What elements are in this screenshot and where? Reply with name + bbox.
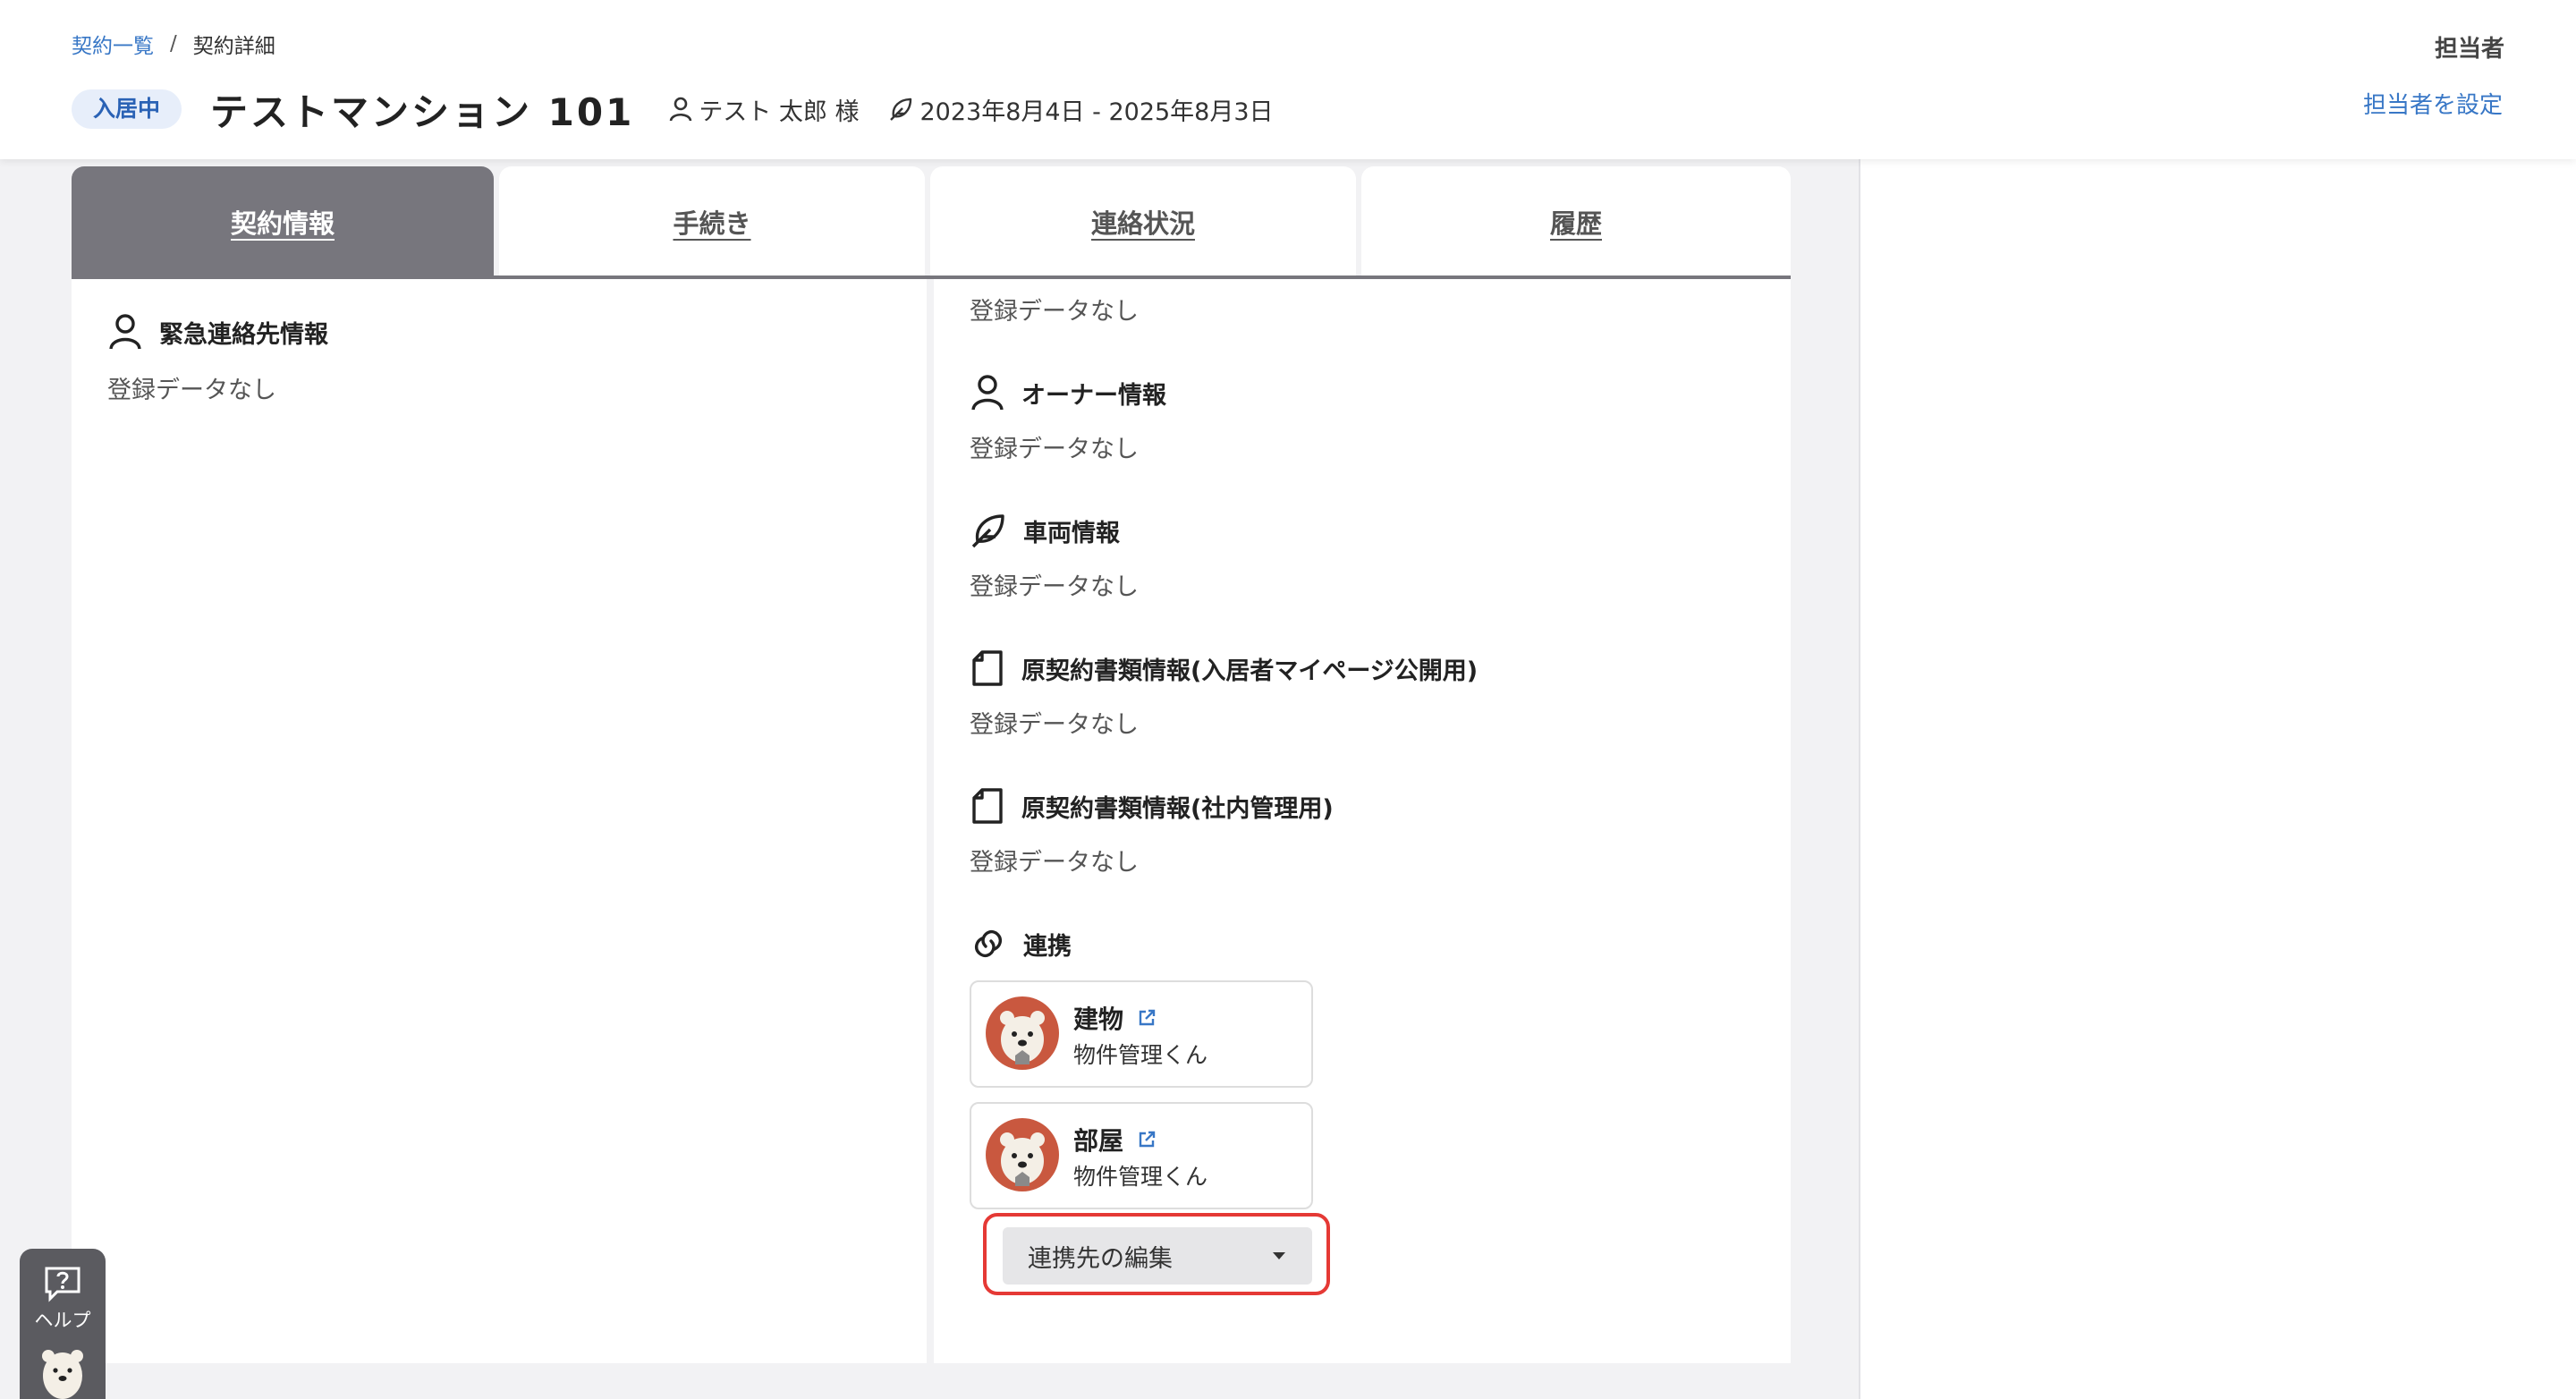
section-empty-text: 登録データなし — [970, 298, 1139, 326]
tab-contract-info[interactable]: 契約情報 — [72, 166, 494, 277]
emergency-contact-title: 緊急連絡先情報 — [107, 313, 328, 351]
integration-title: 連携 — [970, 925, 1072, 962]
tab-procedures[interactable]: 手続き — [499, 166, 925, 277]
integration-card-subtitle: 物件管理くん — [1073, 1042, 1208, 1068]
integration-card-title: 建物 — [1073, 1000, 1157, 1036]
right-column: 登録データなし オーナー情報 登録データなし 車両情報 登録データなし 原契約書… — [934, 279, 1791, 1363]
contract-period: 2023年8月4日 - 2025年8月3日 — [887, 92, 1274, 127]
owner-info-empty: 登録データなし — [970, 436, 1139, 463]
edit-integration-dropdown[interactable]: 連携先の編集 — [1003, 1227, 1312, 1285]
person-icon — [109, 314, 141, 350]
feather-icon — [890, 98, 912, 121]
page-header: 契約一覧 / 契約詳細 入居中 テストマンション 101 テスト 太郎 様 20… — [0, 0, 2576, 159]
contract-period-text: 2023年8月4日 - 2025年8月3日 — [919, 98, 1274, 126]
bear-mascot-avatar — [986, 1118, 1059, 1191]
vehicle-info-empty: 登録データなし — [970, 573, 1139, 601]
integration-card-building[interactable]: 建物 物件管理くん — [970, 980, 1313, 1088]
right-side-panel — [1859, 159, 2576, 1399]
help-label: ヘルプ — [34, 1310, 91, 1331]
tab-contact-status[interactable]: 連絡状況 — [930, 166, 1356, 277]
breadcrumb: 契約一覧 / 契約詳細 — [72, 29, 275, 59]
document-icon — [972, 788, 1003, 824]
bear-mascot-icon — [42, 1350, 83, 1399]
feather-icon — [971, 514, 1004, 548]
assignee-label: 担当者 — [2434, 36, 2504, 63]
external-link-icon[interactable] — [1136, 1129, 1157, 1150]
set-assignee-link[interactable]: 担当者を設定 — [2363, 87, 2503, 120]
docs-internal-empty: 登録データなし — [970, 849, 1139, 877]
left-column: 緊急連絡先情報 登録データなし — [72, 279, 927, 1363]
docs-internal-title: 原契約書類情報(社内管理用) — [970, 787, 1334, 825]
integration-card-subtitle: 物件管理くん — [1073, 1164, 1208, 1190]
status-badge: 入居中 — [72, 89, 182, 129]
docs-public-title: 原契約書類情報(入居者マイページ公開用) — [970, 649, 1478, 687]
help-button[interactable]: ヘルプ — [20, 1249, 106, 1399]
breadcrumb-separator: / — [170, 32, 177, 55]
edit-integration-label: 連携先の編集 — [1028, 1244, 1173, 1273]
caret-down-icon — [1273, 1252, 1285, 1259]
breadcrumb-current: 契約詳細 — [192, 35, 275, 58]
document-icon — [972, 650, 1003, 686]
edit-integration-highlight: 連携先の編集 — [983, 1213, 1330, 1295]
person-icon — [670, 97, 692, 122]
integration-card-title: 部屋 — [1073, 1122, 1157, 1157]
title-row: 入居中 テストマンション 101 テスト 太郎 様 2023年8月4日 - 20… — [72, 88, 1274, 134]
page-title: テストマンション 101 — [210, 89, 635, 134]
tenant-name: テスト 太郎 様 — [699, 98, 860, 126]
integration-card-room[interactable]: 部屋 物件管理くん — [970, 1102, 1313, 1209]
owner-info-title: オーナー情報 — [970, 374, 1166, 411]
tab-history[interactable]: 履歴 — [1361, 166, 1791, 277]
tenant-info: テスト 太郎 様 — [668, 92, 859, 127]
external-link-icon[interactable] — [1136, 1007, 1157, 1029]
link-icon — [975, 929, 1002, 958]
breadcrumb-contract-list-link[interactable]: 契約一覧 — [72, 29, 154, 59]
help-question-icon — [45, 1267, 80, 1302]
person-icon — [971, 375, 1004, 411]
tab-bar: 契約情報 手続き 連絡状況 履歴 — [72, 166, 1791, 279]
docs-public-empty: 登録データなし — [970, 711, 1139, 739]
vehicle-info-title: 車両情報 — [970, 512, 1120, 549]
emergency-contact-empty: 登録データなし — [107, 377, 276, 404]
bear-mascot-avatar — [986, 996, 1059, 1070]
